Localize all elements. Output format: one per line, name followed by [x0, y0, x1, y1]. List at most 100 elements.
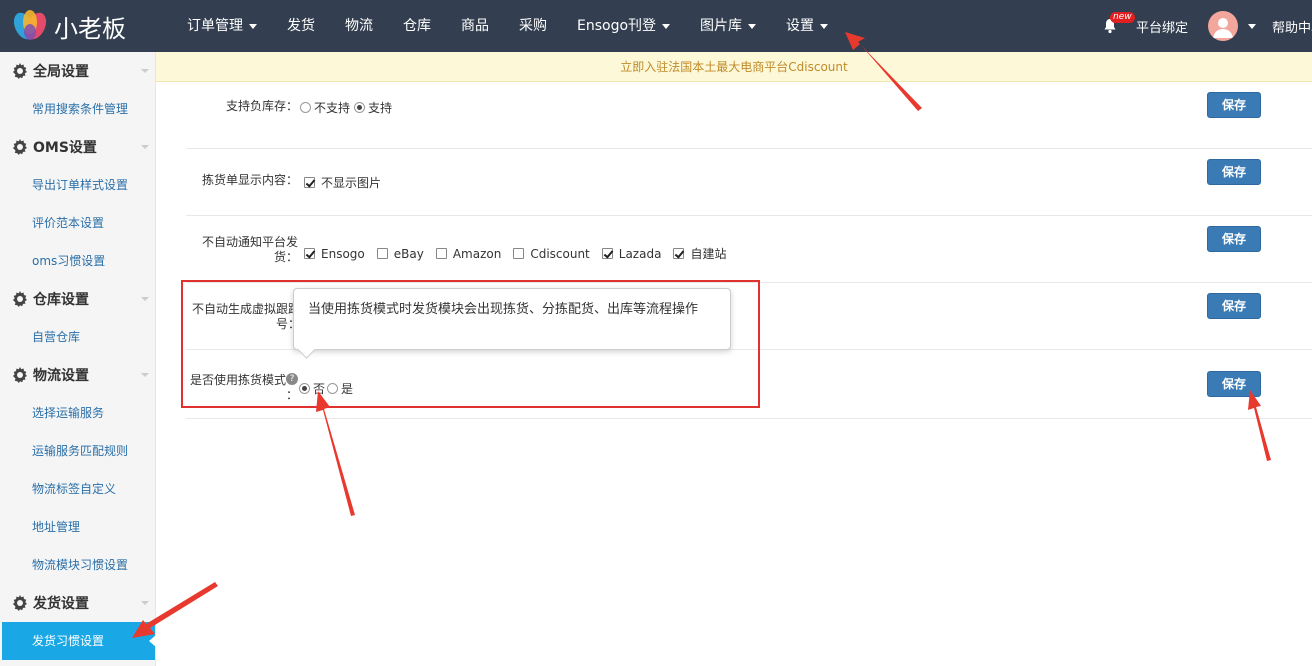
- nav-logistics[interactable]: 物流: [330, 0, 388, 52]
- promo-banner[interactable]: 立即入驻法国本土最大电商平台Cdiscount: [156, 52, 1312, 82]
- brand-logo[interactable]: 小老板: [10, 8, 126, 44]
- setting-row-negative-stock: 支持负库存： 不支持 支持 保存: [186, 82, 1312, 149]
- checkbox[interactable]: [304, 248, 315, 259]
- brand-name: 小老板: [54, 14, 126, 43]
- nav-label: 仓库: [403, 18, 431, 34]
- top-right-tools: new 平台绑定 帮助中心: [1098, 0, 1312, 52]
- chevron-down-icon: [141, 297, 149, 301]
- label-line: 货：: [273, 250, 298, 264]
- user-avatar[interactable]: [1208, 11, 1238, 41]
- save-button[interactable]: 保存: [1207, 92, 1261, 118]
- nav-label: 商品: [461, 18, 489, 34]
- gear-icon: [13, 139, 27, 155]
- radio-button[interactable]: [354, 102, 366, 113]
- setting-row-no-auto-notify: 不自动通知平台发 货： Ensogo eBay Amazon Cdiscount …: [186, 216, 1312, 283]
- notifications-button[interactable]: new: [1098, 0, 1135, 52]
- save-button[interactable]: 保存: [1207, 371, 1261, 397]
- nav-image-library[interactable]: 图片库: [685, 0, 771, 52]
- sidebar-item-oms-habits[interactable]: oms习惯设置: [0, 242, 155, 280]
- new-badge: new: [1109, 12, 1135, 23]
- caret-down-icon: [662, 23, 671, 29]
- checkbox-own-site[interactable]: 自建站: [673, 245, 726, 262]
- top-navbar: 小老板 订单管理 发货 物流 仓库 商品 采购 Ensogo刊登 图片库 设置 …: [0, 0, 1312, 52]
- chevron-down-icon: [141, 69, 149, 73]
- sidebar-item-address-management[interactable]: 地址管理: [0, 508, 155, 546]
- nav-ensogo-listing[interactable]: Ensogo刊登: [562, 0, 685, 52]
- checkbox-lazada[interactable]: Lazada: [601, 247, 661, 261]
- sidebar-item-select-shipping-service[interactable]: 选择运输服务: [0, 394, 155, 432]
- sidebar-section-shipping[interactable]: 发货设置: [0, 584, 155, 622]
- gear-icon: [13, 63, 27, 79]
- option-label: Ensogo: [321, 246, 365, 261]
- save-button[interactable]: 保存: [1207, 226, 1261, 252]
- user-menu-caret-icon[interactable]: [1248, 23, 1256, 29]
- sidebar-item-shipping-match-rules[interactable]: 运输服务匹配规则: [0, 432, 155, 470]
- settings-sidebar: 全局设置 常用搜索条件管理 OMS设置 导出订单样式设置 评价范本设置 oms习…: [0, 52, 156, 666]
- nav-label: 物流: [345, 18, 373, 34]
- checkbox[interactable]: [601, 248, 613, 259]
- setting-label: 不自动通知平台发 货：: [186, 235, 298, 265]
- sidebar-section-warehouse[interactable]: 仓库设置: [0, 280, 155, 318]
- nav-settings[interactable]: 设置: [771, 0, 843, 52]
- nav-orders[interactable]: 订单管理: [172, 0, 272, 52]
- checkbox-ensogo[interactable]: Ensogo: [304, 247, 365, 261]
- sidebar-item-search-conditions[interactable]: 常用搜索条件管理: [0, 90, 155, 128]
- section-title: 仓库设置: [33, 292, 89, 308]
- nav-label: 图片库: [700, 18, 743, 34]
- checkbox[interactable]: [513, 248, 525, 259]
- checkbox[interactable]: [673, 248, 685, 259]
- gear-icon: [13, 291, 27, 307]
- section-title: 发货设置: [33, 596, 89, 612]
- caret-down-icon: [249, 23, 257, 29]
- help-center-link[interactable]: 帮助中心: [1272, 17, 1312, 36]
- gear-icon: [13, 367, 27, 383]
- label-line: 不自动通知平台发: [201, 235, 298, 249]
- chevron-down-icon: [141, 373, 149, 377]
- sidebar-item-logistics-habits[interactable]: 物流模块习惯设置: [0, 546, 155, 584]
- checkbox[interactable]: [376, 248, 388, 259]
- sidebar-item-own-warehouse[interactable]: 自营仓库: [0, 318, 155, 356]
- section-title: OMS设置: [33, 140, 97, 156]
- checkbox-amazon[interactable]: Amazon: [435, 246, 502, 261]
- sidebar-item-shipping-habits[interactable]: 发货习惯设置: [2, 622, 156, 660]
- negative-stock-options: 不支持 支持: [300, 99, 404, 116]
- checkbox-no-image[interactable]: 不显示图片: [304, 174, 381, 191]
- option-label: eBay: [393, 246, 424, 261]
- option-label: 不支持: [314, 101, 351, 115]
- checkbox-ebay[interactable]: eBay: [376, 246, 424, 261]
- annotation-highlight-box: [181, 280, 760, 408]
- nav-label: Ensogo刊登: [577, 18, 657, 34]
- nav-label: 采购: [519, 18, 547, 34]
- nav-label: 设置: [786, 18, 815, 34]
- nav-shipping[interactable]: 发货: [272, 0, 330, 52]
- radio-not-support[interactable]: 不支持: [300, 99, 350, 116]
- platform-bind-link[interactable]: 平台绑定: [1136, 17, 1188, 36]
- checkbox[interactable]: [304, 177, 315, 188]
- sidebar-section-oms[interactable]: OMS设置: [0, 128, 155, 166]
- sidebar-item-export-order-style[interactable]: 导出订单样式设置: [0, 166, 155, 204]
- nav-label: 发货: [287, 18, 315, 34]
- chevron-down-icon: [141, 145, 149, 149]
- checkbox-cdiscount[interactable]: Cdiscount: [513, 246, 590, 261]
- option-label: Amazon: [452, 246, 502, 261]
- option-label: 支持: [368, 101, 393, 115]
- sidebar-item-logistics-labels[interactable]: 物流标签自定义: [0, 470, 155, 508]
- sidebar-section-logistics[interactable]: 物流设置: [0, 356, 155, 394]
- option-label: Cdiscount: [530, 246, 590, 261]
- checkbox[interactable]: [435, 248, 447, 259]
- save-button[interactable]: 保存: [1207, 293, 1261, 319]
- radio-button[interactable]: [300, 102, 311, 113]
- option-label: 自建站: [690, 247, 727, 261]
- setting-label: 拣货单显示内容：: [201, 173, 298, 187]
- radio-support[interactable]: 支持: [354, 99, 392, 116]
- nav-products[interactable]: 商品: [446, 0, 504, 52]
- section-title: 全局设置: [33, 64, 89, 80]
- nav-purchasing[interactable]: 采购: [504, 0, 562, 52]
- caret-down-icon: [748, 23, 757, 29]
- nav-warehouse[interactable]: 仓库: [388, 0, 446, 52]
- sidebar-item-review-templates[interactable]: 评价范本设置: [0, 204, 155, 242]
- setting-row-picking-display: 拣货单显示内容： 不显示图片 保存: [186, 149, 1312, 216]
- sidebar-section-global[interactable]: 全局设置: [0, 52, 155, 90]
- setting-label: 支持负库存：: [225, 99, 298, 113]
- save-button[interactable]: 保存: [1207, 159, 1261, 185]
